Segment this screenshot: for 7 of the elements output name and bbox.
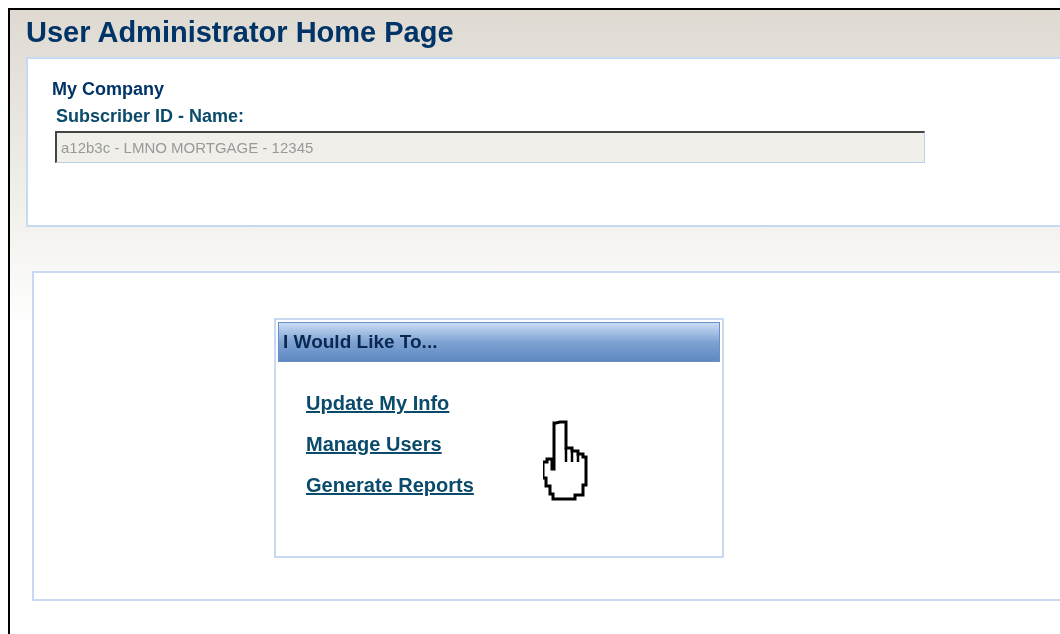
- field-label: Subscriber ID - Name:: [56, 106, 245, 127]
- card-header: I Would Like To...: [278, 322, 720, 362]
- section-heading: My Company: [52, 79, 165, 100]
- action-link[interactable]: Manage Users: [306, 433, 442, 456]
- action-link[interactable]: Generate Reports: [306, 474, 474, 497]
- page-title: User Administrator Home Page: [25, 15, 454, 50]
- action-link[interactable]: Update My Info: [306, 392, 450, 415]
